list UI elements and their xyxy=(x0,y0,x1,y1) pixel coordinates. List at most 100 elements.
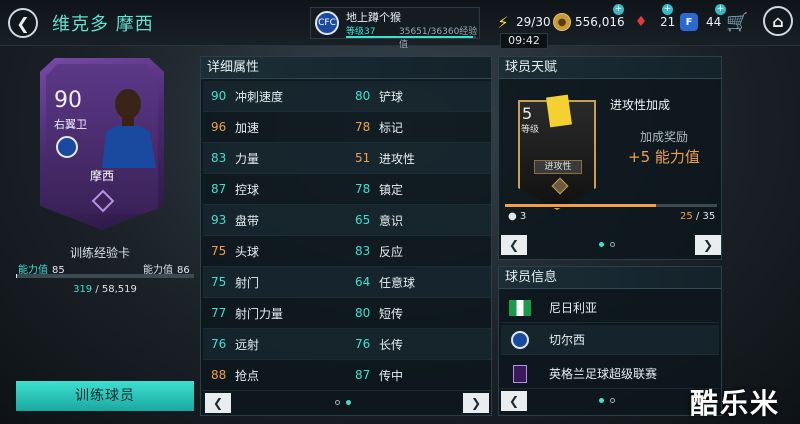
attribute-cell: 75 头球 xyxy=(203,236,347,266)
talent-progress-bar xyxy=(505,204,717,207)
talent-title: 球员天赋 xyxy=(499,57,721,79)
info-nationality-row[interactable]: 尼日利亚 xyxy=(501,293,719,323)
attribute-value: 87 xyxy=(211,182,227,196)
attribute-value: 80 xyxy=(355,306,371,320)
talent-bonus-label: 加成奖励 xyxy=(640,130,689,144)
cart-icon[interactable]: 🛒 xyxy=(726,12,748,33)
attribute-value: 93 xyxy=(211,213,227,227)
attribute-value: 90 xyxy=(211,89,227,103)
fifa-points-counter: F 44 xyxy=(680,10,721,34)
yellow-card-icon xyxy=(546,94,572,128)
page-dot-active[interactable] xyxy=(599,398,604,403)
attribute-cell: 51 进攻性 xyxy=(347,143,491,173)
energy-counter: ⚡ 29/30 xyxy=(494,10,551,34)
attribute-value: 78 xyxy=(355,182,371,196)
attributes-prev-button[interactable]: ❮ xyxy=(205,393,231,413)
attribute-cell: 87 控球 xyxy=(203,174,347,204)
attribute-cell: 78 镇定 xyxy=(347,174,491,204)
attribute-cell: 64 任意球 xyxy=(347,267,491,297)
home-button[interactable]: ⌂ xyxy=(763,6,793,36)
talent-min-value: 3 xyxy=(519,211,527,222)
attribute-cell: 83 力量 xyxy=(203,143,347,173)
clock-timer: 09:42 xyxy=(500,33,548,49)
card-position: 右翼卫 xyxy=(54,118,87,131)
add-gems-button[interactable]: + xyxy=(662,4,673,15)
club-info[interactable]: CFC 地上蹲个猴 等级37 35651/36360经验值 xyxy=(310,7,480,50)
attribute-value: 75 xyxy=(211,275,227,289)
page-title: 维克多 摩西 xyxy=(52,14,154,35)
page-dot-active[interactable] xyxy=(346,400,351,405)
talent-name: 进攻性加成 xyxy=(610,98,671,112)
talent-prev-button[interactable]: ❮ xyxy=(501,235,527,255)
attribute-name: 冲刺速度 xyxy=(235,89,284,104)
club-name: 地上蹲个猴 xyxy=(346,11,401,24)
talent-count-total: 35 xyxy=(702,211,716,222)
chelsea-crest-icon xyxy=(56,136,78,158)
talent-tag: 进攻性 xyxy=(534,160,582,174)
attribute-value: 88 xyxy=(211,368,227,382)
attribute-cell: 76 长传 xyxy=(347,329,491,359)
attribute-name: 反应 xyxy=(379,244,404,259)
attribute-value: 80 xyxy=(355,89,371,103)
attribute-value: 51 xyxy=(355,151,371,165)
attribute-row: 75 射门 64 任意球 xyxy=(203,267,491,298)
training-progress-fill xyxy=(16,274,17,278)
add-fifa-points-button[interactable]: + xyxy=(715,4,726,15)
attribute-row: 93 盘带 65 意识 xyxy=(203,205,491,236)
talent-bonus-value: +5 能力值 xyxy=(628,148,700,166)
energy-value: 29/30 xyxy=(516,15,551,29)
attribute-cell: 78 标记 xyxy=(347,112,491,142)
attribute-name: 头球 xyxy=(235,244,260,259)
coin-icon: ● xyxy=(553,13,571,31)
attribute-cell: 96 加速 xyxy=(203,112,347,142)
info-club-row[interactable]: 切尔西 xyxy=(501,325,719,355)
attribute-name: 任意球 xyxy=(379,275,416,290)
fifa-points-icon: F xyxy=(680,13,698,31)
home-icon: ⌂ xyxy=(772,11,784,31)
page-dot[interactable] xyxy=(610,398,615,403)
info-club: 切尔西 xyxy=(549,333,586,347)
attribute-name: 射门力量 xyxy=(235,306,284,321)
page-dot[interactable] xyxy=(610,242,615,247)
attributes-page-dots xyxy=(335,400,351,405)
attribute-row: 83 力量 51 进攻性 xyxy=(203,143,491,174)
xp-bar xyxy=(346,36,476,38)
attribute-row: 87 控球 78 镇定 xyxy=(203,174,491,205)
attribute-name: 标记 xyxy=(379,120,404,135)
player-photo xyxy=(102,89,156,168)
attribute-value: 96 xyxy=(211,120,227,134)
info-league-row[interactable]: 英格兰足球超级联赛 xyxy=(501,359,719,389)
attribute-cell: 80 铲球 xyxy=(347,81,491,111)
info-prev-button[interactable]: ❮ xyxy=(501,391,527,411)
attribute-value: 83 xyxy=(211,151,227,165)
training-progress-bar xyxy=(16,274,194,278)
page-dot-active[interactable] xyxy=(599,242,604,247)
info-nationality: 尼日利亚 xyxy=(549,301,598,315)
page-dot[interactable] xyxy=(335,400,340,405)
training-progress-total: 58,519 xyxy=(101,284,137,295)
talent-min-count: ● 3 xyxy=(508,211,526,222)
attribute-value: 87 xyxy=(355,368,371,382)
attribute-name: 力量 xyxy=(235,151,260,166)
train-player-button[interactable]: 训练球员 xyxy=(16,381,194,411)
attribute-name: 加速 xyxy=(235,120,260,135)
attribute-value: 77 xyxy=(211,306,227,320)
training-progress-text: 319 / 58,519 xyxy=(73,284,137,295)
add-coins-button[interactable]: + xyxy=(613,4,624,15)
back-button[interactable]: ❮ xyxy=(8,8,38,38)
talent-next-button[interactable]: ❯ xyxy=(695,235,721,255)
attribute-cell: 76 远射 xyxy=(203,329,347,359)
attributes-next-button[interactable]: ❯ xyxy=(463,393,489,413)
attribute-row: 75 头球 83 反应 xyxy=(203,236,491,267)
nigeria-flag-icon xyxy=(509,299,531,316)
talent-page-dots xyxy=(599,242,615,247)
info-league: 英格兰足球超级联赛 xyxy=(549,367,658,381)
attribute-row: 90 冲刺速度 80 铲球 xyxy=(203,81,491,112)
attribute-row: 76 远射 76 长传 xyxy=(203,329,491,360)
attributes-grid: 90 冲刺速度 80 铲球 96 加速 78 标记 83 力量 51 进攻性 87 控球 78 镇定 93 盘带 6… xyxy=(203,81,491,391)
attribute-name: 抢点 xyxy=(235,368,260,383)
chelsea-crest-icon xyxy=(511,330,529,349)
attribute-name: 控球 xyxy=(235,182,260,197)
attribute-row: 96 加速 78 标记 xyxy=(203,112,491,143)
person-icon: ● xyxy=(508,211,517,222)
